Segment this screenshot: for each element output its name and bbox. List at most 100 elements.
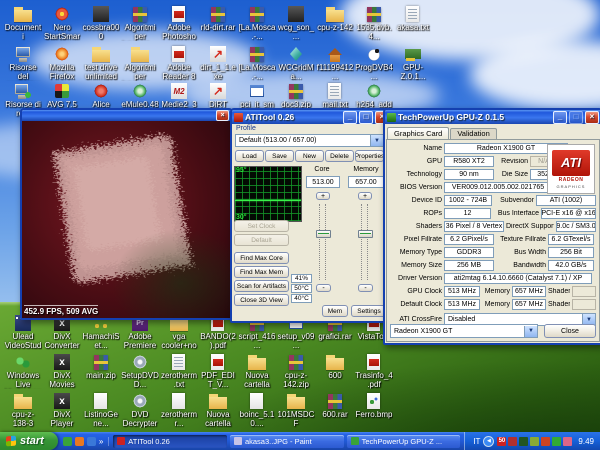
- desktop-icon[interactable]: Adobe Photoshop ...: [160, 5, 198, 41]
- save-button[interactable]: Save: [265, 150, 294, 162]
- load-button[interactable]: Load: [235, 150, 264, 162]
- desktop-icon[interactable]: [La.Mosca.-...: [238, 5, 276, 41]
- firefox-icon[interactable]: [75, 437, 84, 446]
- tray-collapse-icon[interactable]: ◀: [483, 436, 494, 447]
- tab-graphics-card[interactable]: Graphics Card: [387, 127, 449, 139]
- taskbar-task[interactable]: TechPowerUp GPU-Z ...: [347, 435, 461, 448]
- desktop-icon[interactable]: Trasinfo_4.pdf: [355, 353, 393, 389]
- memory-slider-thumb[interactable]: [358, 230, 373, 238]
- desktop-icon[interactable]: zerothermr...: [160, 392, 198, 428]
- desktop-icon[interactable]: test drive unlimited crack: [82, 45, 120, 81]
- desktop-icon[interactable]: PDF_EDIT_V...: [199, 353, 237, 389]
- profile-dropdown[interactable]: Default (513.00 / 657.00) ▼: [235, 134, 384, 147]
- language-indicator[interactable]: IT: [473, 437, 480, 446]
- core-plus-button[interactable]: +: [316, 192, 330, 200]
- tray-icon[interactable]: [519, 437, 528, 446]
- desktop-icon[interactable]: cpu-z-138-3: [4, 392, 42, 428]
- desktop-icon[interactable]: Nuova cartella: [238, 353, 276, 389]
- desktop-icon[interactable]: Algoritmi per Internet ...: [121, 5, 159, 41]
- desktop-icon[interactable]: Mozilla Firefox: [43, 45, 81, 81]
- close-button[interactable]: Close: [544, 324, 596, 338]
- core-clock-field[interactable]: 513.00: [306, 176, 340, 188]
- desktop-icon[interactable]: cpu-z-142.zip: [277, 353, 315, 389]
- chevron-down-icon[interactable]: ▼: [370, 135, 383, 146]
- desktop-icon[interactable]: cossbra000: [82, 5, 120, 41]
- desktop-icon[interactable]: f11199412...: [316, 45, 354, 81]
- tray-icon[interactable]: [530, 437, 539, 446]
- tray-icon[interactable]: [541, 437, 550, 446]
- desktop-icon[interactable]: Nero StartSmart: [43, 5, 81, 41]
- tray-icon[interactable]: [563, 437, 572, 446]
- taskbar-task[interactable]: akasa3..JPG - Paint: [230, 435, 344, 448]
- desktop-icon[interactable]: AVG 7.5: [43, 82, 81, 110]
- desktop-icon[interactable]: Risorse del computer: [4, 45, 42, 81]
- maximize-icon[interactable]: □: [359, 111, 373, 124]
- find-max-mem-button[interactable]: Find Max Mem: [234, 266, 289, 278]
- internet-explorer-icon[interactable]: [87, 437, 96, 446]
- desktop-icon[interactable]: ListinoGene...: [82, 392, 120, 428]
- desktop-icon[interactable]: dirt_1_1.exe: [199, 45, 237, 81]
- desktop-icon[interactable]: ProgDVB4...: [355, 45, 393, 81]
- desktop-icon[interactable]: akasa.txt: [394, 5, 432, 33]
- desktop-icon[interactable]: boinc_5.10....: [238, 392, 276, 428]
- desktop-icon[interactable]: 1535.dvb.4...: [355, 5, 393, 41]
- memory-plus-button[interactable]: +: [358, 192, 372, 200]
- desktop-icon[interactable]: [La.Mosca.-...: [238, 45, 276, 81]
- close-3d-view-button[interactable]: Close 3D View: [234, 294, 289, 306]
- titlebar[interactable]: ×: [22, 110, 231, 121]
- memory-clock-field[interactable]: 657.00: [348, 176, 384, 188]
- scan-for-artifacts-button[interactable]: Scan for Artifacts: [234, 280, 289, 292]
- minimize-icon[interactable]: _: [343, 111, 357, 124]
- start-button[interactable]: start: [0, 432, 58, 450]
- clock[interactable]: 9.49: [578, 437, 594, 446]
- memory-slider[interactable]: [358, 204, 372, 280]
- desktop-icon[interactable]: doc3.zip: [277, 82, 315, 110]
- desktop-icon[interactable]: Documenti: [4, 5, 42, 41]
- card-select-dropdown[interactable]: Radeon X1900 GT ▼: [390, 324, 538, 338]
- core-slider[interactable]: [316, 204, 330, 280]
- tray-icon[interactable]: [552, 437, 561, 446]
- messenger-icon[interactable]: [63, 437, 72, 446]
- memory-minus-button[interactable]: -: [358, 284, 373, 292]
- desktop-icon[interactable]: Adobe Reader 8: [160, 45, 198, 81]
- desktop-icon[interactable]: SetupDVDD...: [121, 353, 159, 389]
- properties-button[interactable]: Properties: [355, 150, 384, 162]
- desktop-icon[interactable]: DivX Player: [43, 392, 81, 428]
- desktop-icon[interactable]: WCGridMa...: [277, 45, 315, 81]
- core-slider-thumb[interactable]: [316, 230, 331, 238]
- tab-validation[interactable]: Validation: [450, 128, 496, 139]
- titlebar[interactable]: TechPowerUp GPU-Z 0.1.5 _ □ ×: [385, 110, 600, 124]
- core-minus-button[interactable]: -: [316, 284, 331, 292]
- desktop-icon[interactable]: 101MSDCF: [277, 392, 315, 428]
- tray-icon[interactable]: [508, 437, 517, 446]
- desktop-icon[interactable]: 600: [316, 353, 354, 381]
- delete-button[interactable]: Delete: [325, 150, 354, 162]
- desktop-icon[interactable]: zerotherm.txt: [160, 353, 198, 389]
- minimize-icon[interactable]: _: [553, 111, 567, 124]
- desktop-icon[interactable]: DivX Movies: [43, 353, 81, 389]
- desktop-icon[interactable]: 600.rar: [316, 392, 354, 420]
- settings-button[interactable]: Settings: [351, 305, 387, 317]
- find-max-core-button[interactable]: Find Max Core: [234, 252, 289, 264]
- desktop-icon[interactable]: rld-dirt.rar: [199, 5, 237, 33]
- desktop-icon[interactable]: mail.txt: [316, 82, 354, 110]
- tray-icon[interactable]: 50: [497, 437, 506, 446]
- desktop-icon[interactable]: DVD Decrypter: [121, 392, 159, 428]
- mem-button[interactable]: Mem: [322, 305, 348, 317]
- new-button[interactable]: New: [295, 150, 324, 162]
- close-icon[interactable]: ×: [585, 111, 599, 124]
- desktop-icon[interactable]: Ferro.bmp: [355, 392, 393, 420]
- titlebar[interactable]: ATITool 0.26 _ □ ×: [232, 110, 391, 124]
- desktop-icon[interactable]: Windows Live Messenger: [4, 353, 42, 389]
- desktop-icon[interactable]: cpu-z-142: [316, 5, 354, 33]
- desktop-icon[interactable]: GPU-Z.0.1...: [394, 45, 432, 81]
- quick-launch-overflow-icon[interactable]: »: [99, 437, 103, 446]
- taskbar-task[interactable]: ATITool 0.26: [113, 435, 227, 448]
- desktop-icon[interactable]: Nuova cartella: [199, 392, 237, 428]
- desktop-icon[interactable]: DiRT: [199, 82, 237, 110]
- close-icon[interactable]: ×: [216, 110, 229, 121]
- desktop-icon[interactable]: main.zip: [82, 353, 120, 381]
- chevron-down-icon[interactable]: ▼: [524, 326, 537, 337]
- desktop-icon[interactable]: Algoritmi per Internet ...: [121, 45, 159, 81]
- desktop-icon[interactable]: wcg_son_...: [277, 5, 315, 41]
